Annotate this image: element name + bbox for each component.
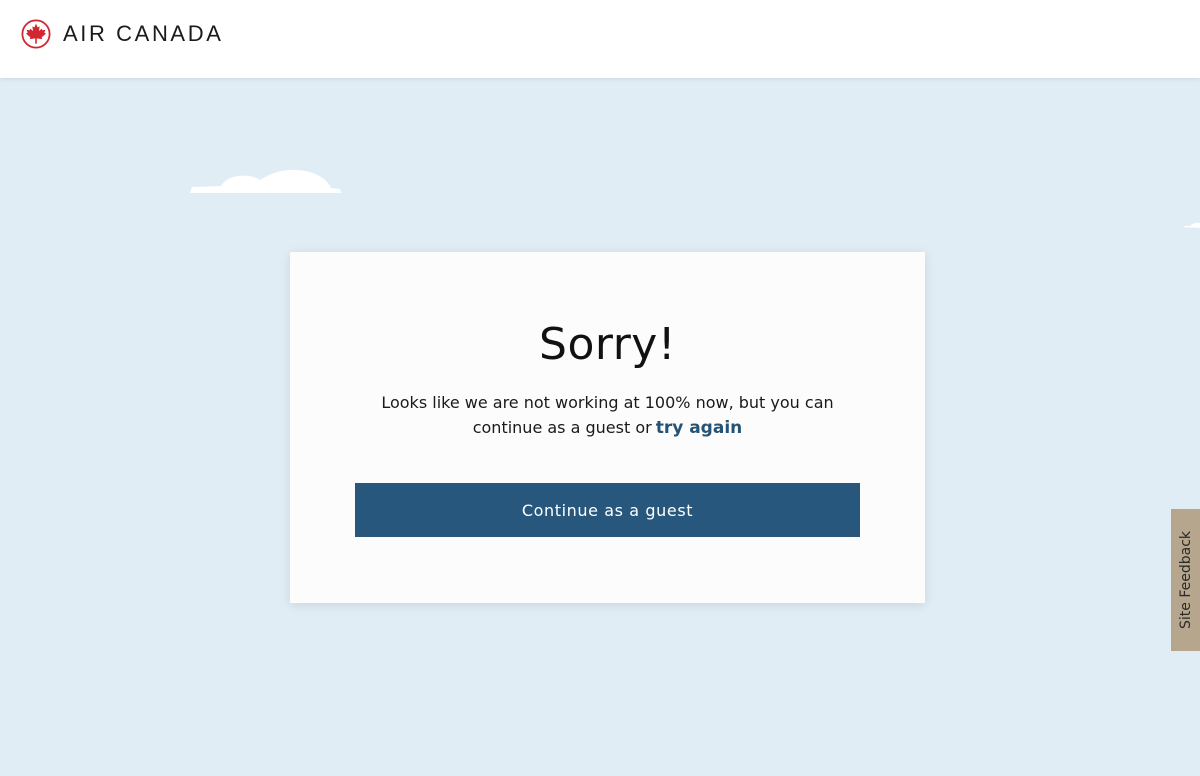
error-dialog: Sorry! Looks like we are not working at …: [290, 252, 925, 603]
error-message-text: Looks like we are not working at 100% no…: [381, 393, 834, 437]
error-message: Looks like we are not working at 100% no…: [350, 390, 865, 441]
error-title: Sorry!: [539, 319, 676, 370]
logo-text: AIR CANADA: [63, 21, 224, 46]
maple-leaf-roundel-icon: [21, 19, 51, 49]
continue-as-guest-button[interactable]: Continue as a guest: [355, 483, 860, 537]
try-again-link[interactable]: try again: [656, 418, 743, 438]
cloud-decoration: [190, 169, 341, 193]
site-header: AIR CANADA: [0, 0, 1200, 78]
site-feedback-tab[interactable]: Site Feedback: [1171, 509, 1200, 651]
site-feedback-label: Site Feedback: [1177, 531, 1194, 629]
air-canada-logo[interactable]: AIR CANADA: [21, 19, 223, 49]
cloud-decoration: [1184, 222, 1200, 228]
